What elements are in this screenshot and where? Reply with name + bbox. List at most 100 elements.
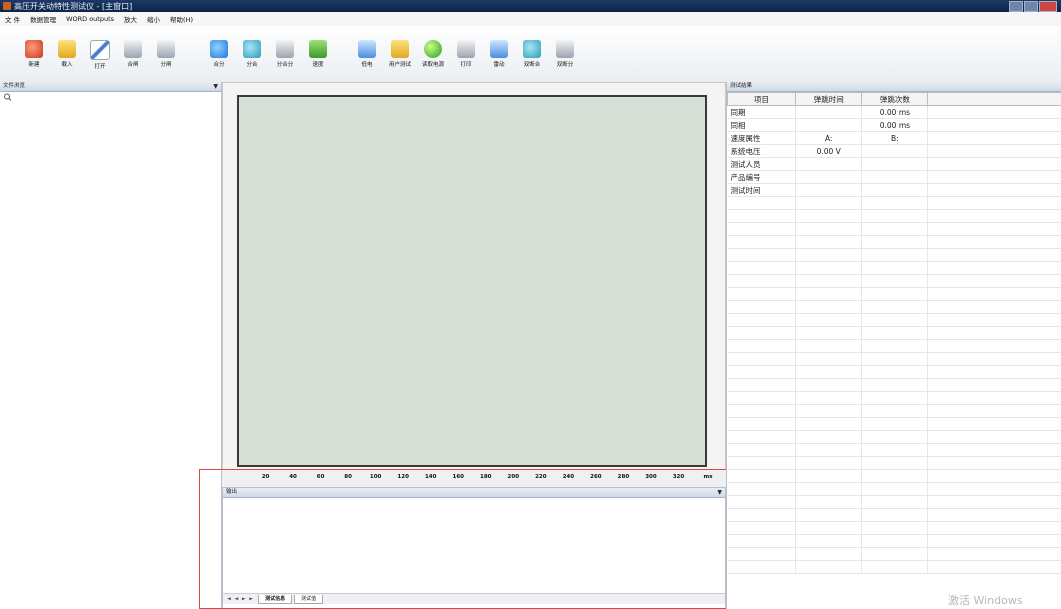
new-icon bbox=[25, 40, 43, 58]
low-voltage-icon bbox=[358, 40, 376, 58]
table-row bbox=[727, 339, 1061, 353]
search-icon[interactable] bbox=[3, 93, 15, 101]
row-value bbox=[795, 547, 863, 561]
row-value bbox=[795, 313, 863, 327]
row-value bbox=[861, 209, 929, 223]
row-value bbox=[795, 209, 863, 223]
toolbar-button-close-open[interactable]: 合分 bbox=[205, 40, 233, 78]
output-dropdown-icon[interactable]: ▼ bbox=[717, 488, 722, 497]
row-value bbox=[795, 404, 863, 418]
table-row: 速度属性 A: B: bbox=[727, 131, 1061, 145]
row-label: 系统电压 bbox=[727, 144, 797, 158]
row-value bbox=[795, 287, 863, 301]
row-value bbox=[861, 547, 929, 561]
menu-file[interactable]: 文 件 bbox=[0, 14, 25, 24]
minimize-button[interactable] bbox=[1009, 1, 1023, 12]
toolbar-button-pen[interactable]: 打开 bbox=[86, 40, 114, 78]
toolbar-label: 合闸 bbox=[127, 62, 139, 68]
row-label: 测试时间 bbox=[727, 183, 797, 197]
table-row bbox=[727, 300, 1061, 314]
toolbar-label: 读取电源 bbox=[421, 62, 444, 68]
menu-help[interactable]: 帮助(H) bbox=[165, 14, 198, 24]
toolbar-button-folder[interactable]: 载入 bbox=[53, 40, 81, 78]
double-close-icon bbox=[523, 40, 541, 58]
window-title: 高压开关动特性测试仪 - [主窗口] bbox=[14, 2, 133, 11]
col-item: 项目 bbox=[726, 92, 797, 106]
row-value bbox=[927, 183, 1061, 197]
menu-zoom-out[interactable]: 缩小 bbox=[142, 14, 165, 24]
row-label bbox=[727, 300, 797, 314]
row-value bbox=[861, 157, 929, 171]
close-button[interactable] bbox=[1039, 1, 1057, 12]
row-value bbox=[861, 521, 929, 535]
row-value bbox=[927, 196, 1061, 210]
row-value bbox=[861, 404, 929, 418]
toolbar-label: 新建 bbox=[28, 62, 40, 68]
toolbar-button-double-close[interactable]: 双断合 bbox=[518, 40, 546, 78]
x-axis: 20 40 60 80 100 120 140 160 180 200 220 240 260 280 30… bbox=[222, 472, 726, 486]
maximize-button[interactable] bbox=[1024, 1, 1038, 12]
toolbar-label: 双断分 bbox=[556, 62, 574, 68]
row-label: 速度属性 bbox=[727, 131, 797, 145]
x-tick-label: 100 bbox=[369, 474, 382, 480]
row-value bbox=[795, 365, 863, 379]
table-row bbox=[727, 456, 1061, 470]
table-row bbox=[727, 261, 1061, 275]
toolbar-button-low-voltage[interactable]: 低电 bbox=[353, 40, 381, 78]
row-label bbox=[727, 404, 797, 418]
row-value bbox=[861, 183, 929, 197]
panel-dropdown-icon[interactable]: ▼ bbox=[213, 82, 218, 91]
row-value bbox=[795, 352, 863, 366]
row-value bbox=[927, 352, 1061, 366]
table-row bbox=[727, 196, 1061, 210]
close-open-icon bbox=[210, 40, 228, 58]
row-value bbox=[861, 560, 929, 574]
table-row bbox=[727, 235, 1061, 249]
toolbar-button-speed[interactable]: 速度 bbox=[304, 40, 332, 78]
toolbar-button-print[interactable]: 打印 bbox=[452, 40, 480, 78]
row-label bbox=[727, 274, 797, 288]
waveform-plot[interactable] bbox=[237, 95, 707, 467]
tab-test-info[interactable]: 测试信息 bbox=[258, 594, 293, 604]
row-value bbox=[861, 144, 929, 158]
menu-word[interactable]: WORD outputs bbox=[61, 15, 119, 23]
toolbar-button-new[interactable]: 新建 bbox=[20, 40, 48, 78]
tab-test-values[interactable]: 测试值 bbox=[294, 594, 324, 604]
toolbar-button-open-close[interactable]: 分合 bbox=[238, 40, 266, 78]
menu-zoom-in[interactable]: 放大 bbox=[119, 14, 142, 24]
tab-nav-buttons[interactable]: ◄ ◄ ► ► bbox=[223, 596, 258, 602]
table-row bbox=[727, 248, 1061, 262]
menu-data[interactable]: 数据管理 bbox=[25, 14, 61, 24]
col-bounce-count: 弹跳次数 bbox=[861, 92, 929, 106]
row-value bbox=[927, 157, 1061, 171]
toolbar-button-open-close-open[interactable]: 分合分 bbox=[271, 40, 299, 78]
table-row: 同相 0.00 ms bbox=[727, 118, 1061, 132]
row-value bbox=[861, 469, 929, 483]
results-table: 项目 弹跳时间 弹跳次数 同期 0.00 ms 同相 0.00 ms 速度属性 A: B: 系… bbox=[726, 92, 1061, 574]
toolbar-button-thunder[interactable]: 雷动 bbox=[485, 40, 513, 78]
toolbar-button-double-open[interactable]: 双断分 bbox=[551, 40, 579, 78]
row-value bbox=[861, 339, 929, 353]
row-value: A: bbox=[795, 131, 863, 145]
row-value bbox=[927, 209, 1061, 223]
row-label bbox=[727, 508, 797, 522]
double-open-icon bbox=[556, 40, 574, 58]
toolbar-button-close-switch[interactable]: 合闸 bbox=[119, 40, 147, 78]
toolbar-button-open-switch[interactable]: 分闸 bbox=[152, 40, 180, 78]
x-tick-label: 280 bbox=[617, 474, 630, 480]
power-globe-icon bbox=[424, 40, 442, 58]
row-label: 同期 bbox=[727, 105, 797, 119]
row-value bbox=[861, 417, 929, 431]
row-value bbox=[927, 521, 1061, 535]
row-value bbox=[795, 469, 863, 483]
row-value bbox=[861, 456, 929, 470]
toolbar-button-power-globe[interactable]: 读取电源 bbox=[419, 40, 447, 78]
row-value bbox=[861, 482, 929, 496]
print-icon bbox=[457, 40, 475, 58]
x-tick-label: 40 bbox=[289, 474, 297, 480]
row-value bbox=[795, 170, 863, 184]
toolbar-button-user-test[interactable]: 用户测试 bbox=[386, 40, 414, 78]
row-value bbox=[861, 391, 929, 405]
output-header: 输出 ▼ bbox=[223, 488, 725, 498]
table-row bbox=[727, 274, 1061, 288]
